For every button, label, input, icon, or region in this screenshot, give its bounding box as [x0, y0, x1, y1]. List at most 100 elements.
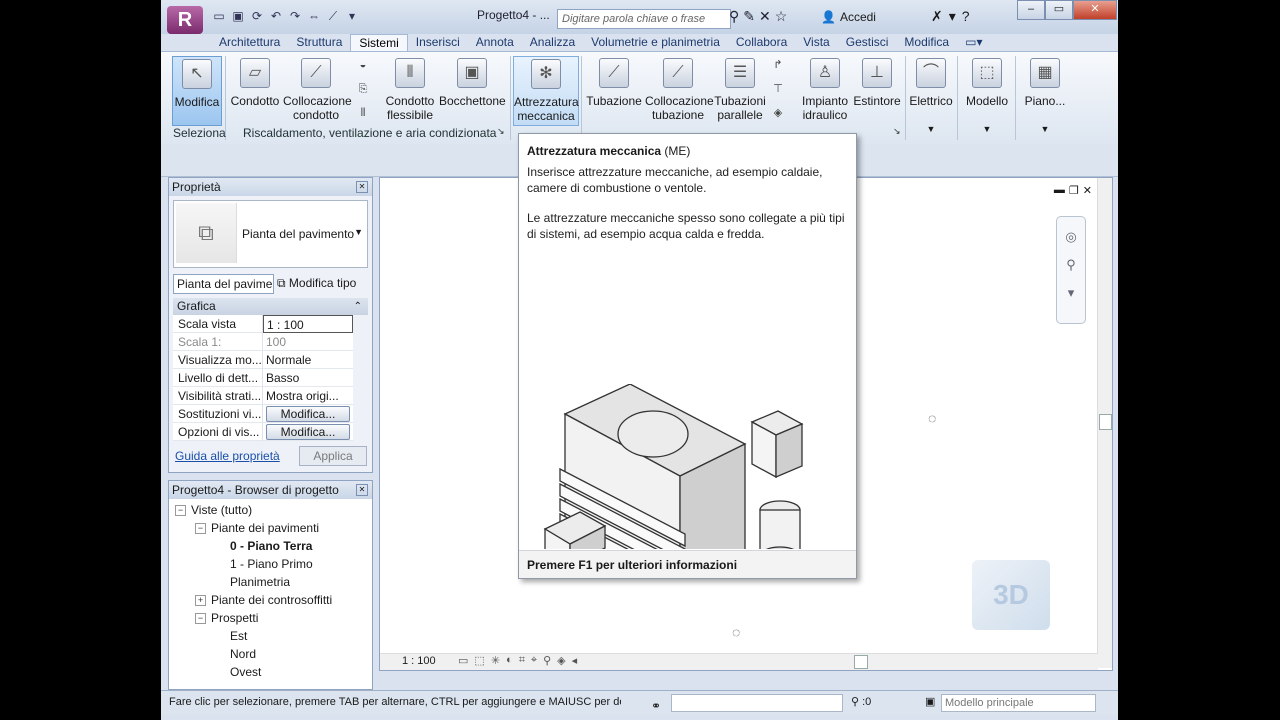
sync-icon[interactable]: ⟳ — [249, 8, 265, 24]
visual-style-icon[interactable]: ⬚ — [474, 654, 484, 667]
duct-placeholder-button[interactable]: ⟋ Collocazione condotto — [283, 56, 352, 122]
steering-wheel-icon[interactable]: ◎ — [1057, 229, 1085, 245]
sun-path-icon[interactable]: ✳ — [491, 654, 500, 667]
collapse-icon[interactable]: ⌃ — [354, 298, 362, 315]
type-selector[interactable]: ⧉ Pianta del pavimento ▼ — [173, 200, 368, 268]
view-marker-icon[interactable]: ◌ — [928, 410, 936, 426]
undo-icon[interactable]: ↶ — [268, 8, 284, 24]
tab-sistemi[interactable]: Sistemi — [350, 34, 408, 51]
collapse-icon[interactable]: − — [195, 613, 206, 625]
work-plane-button[interactable]: ▦ Piano... ▼ — [1021, 56, 1069, 136]
tab-collabora[interactable]: Collabora — [728, 34, 795, 51]
group-graphics[interactable]: Grafica ⌃ — [173, 298, 368, 315]
browser-tree-item[interactable]: Planimetria — [169, 573, 372, 591]
minimize-icon[interactable]: – — [1017, 0, 1045, 20]
scroll-left-icon[interactable]: ◂ — [572, 654, 578, 667]
browser-tree-item[interactable]: Nord — [169, 645, 372, 663]
collapse-icon[interactable]: − — [175, 505, 186, 517]
communication-icon[interactable]: ✕ — [759, 8, 771, 25]
tab-inserisci[interactable]: Inserisci — [408, 34, 468, 51]
horizontal-scroll-thumb[interactable] — [854, 655, 868, 669]
tab-gestisci[interactable]: Gestisci — [838, 34, 897, 51]
browser-tree-item[interactable]: Ovest — [169, 663, 372, 681]
open-icon[interactable]: ▭ — [211, 8, 227, 24]
binoculars-icon[interactable]: ⚲ — [729, 8, 739, 25]
property-value[interactable]: Normale — [263, 351, 353, 369]
vertical-scrollbar[interactable] — [1097, 178, 1112, 668]
flex-pipe-icon[interactable]: ◈ — [771, 106, 785, 120]
collapse-icon[interactable]: − — [195, 523, 206, 535]
scroll-thumb[interactable] — [1099, 414, 1112, 430]
browser-tree-item[interactable]: − Viste (tutto) — [169, 501, 372, 519]
electrical-button[interactable]: ⌒ Elettrico ▼ — [909, 56, 953, 136]
temp-hide-icon[interactable]: ⚲ — [543, 654, 551, 667]
panel-label-hvac[interactable]: Riscaldamento, ventilazione e aria condi… — [243, 126, 496, 140]
hvac-settings-icon[interactable]: ↘ — [497, 126, 505, 137]
plumbing-settings-icon[interactable]: ↘ — [893, 126, 901, 137]
subscription-icon[interactable]: ✎ — [743, 8, 755, 25]
navbar-more-icon[interactable]: ▾ — [1057, 285, 1085, 301]
property-value[interactable]: Basso — [263, 369, 353, 387]
workset-field[interactable] — [671, 694, 843, 712]
design-options-icon[interactable]: ▣ — [925, 691, 935, 713]
view-cube-3d-icon[interactable]: 3D — [972, 560, 1050, 630]
minimize-icon[interactable]: ▬ — [1054, 184, 1065, 197]
modify-button[interactable]: ↖ Modifica — [172, 56, 222, 126]
apply-button[interactable]: Applica — [299, 446, 367, 466]
panel-label-select[interactable]: Seleziona — [173, 126, 226, 140]
pipe-placeholder-button[interactable]: ⟋ Collocazione tubazione — [645, 56, 714, 122]
design-option-select[interactable]: Modello principale — [941, 694, 1096, 712]
air-terminal-button[interactable]: ▣ Bocchettone — [439, 56, 506, 108]
pipe-accessory-icon[interactable]: ⊤ — [771, 82, 785, 96]
save-icon[interactable]: ▣ — [230, 8, 246, 24]
browser-tree-item[interactable]: Est — [169, 627, 372, 645]
tab-struttura[interactable]: Struttura — [288, 34, 350, 51]
qat-dropdown-icon[interactable]: ▾ — [344, 8, 360, 24]
crop-view-icon[interactable]: ⌗ — [519, 654, 525, 667]
view-scale-field[interactable]: 1 : 100 — [263, 315, 353, 333]
duct-accessory-icon[interactable]: ⎘ — [356, 82, 370, 96]
close-icon[interactable]: ✕ — [356, 484, 368, 496]
measure-icon[interactable]: ⇔ — [306, 8, 322, 24]
work-plane-dropdown-icon[interactable]: ▼ — [1021, 122, 1069, 136]
chevron-down-icon[interactable]: ▼ — [354, 227, 363, 237]
elevation-marker-icon[interactable]: ◌ — [732, 624, 740, 640]
pipe-fitting-icon[interactable]: ↱ — [771, 58, 785, 72]
maximize-icon[interactable]: ▭ — [1045, 0, 1073, 20]
browser-tree-item[interactable]: + Piante dei controsoffitti — [169, 591, 372, 609]
tab-vista[interactable]: Vista — [795, 34, 837, 51]
favorites-icon[interactable]: ☆ — [775, 8, 788, 25]
help-icon[interactable]: ? — [962, 8, 970, 25]
property-value[interactable]: Mostra origi... — [263, 387, 353, 405]
dimension-icon[interactable]: ⟋ — [325, 8, 341, 24]
search-input[interactable]: Digitare parola chiave o frase — [557, 9, 731, 29]
mechanical-equipment-button[interactable]: ✻ Attrezzatura meccanica — [513, 56, 579, 126]
ribbon-minimize-icon[interactable]: ▭▾ — [957, 34, 990, 51]
plumbing-fixture-button[interactable]: ♙ Impianto idraulico — [795, 56, 855, 122]
signin-button[interactable]: 👤 Accedi — [821, 10, 876, 24]
application-menu-button[interactable]: R — [167, 6, 203, 34]
convert-duct-icon[interactable]: ⦀ — [356, 106, 370, 120]
parallel-pipes-button[interactable]: ☰ Tubazioni parallele — [713, 56, 767, 122]
properties-help-link[interactable]: Guida alle proprietà — [175, 449, 280, 463]
model-dropdown-icon[interactable]: ▼ — [963, 122, 1011, 136]
duct-fitting-icon[interactable]: ◒ — [356, 58, 370, 72]
expand-icon[interactable]: + — [195, 595, 206, 607]
sprinkler-button[interactable]: ⊥ Estintore — [853, 56, 901, 108]
duct-button[interactable]: ▱ Condotto — [229, 56, 281, 108]
electrical-dropdown-icon[interactable]: ▼ — [909, 122, 953, 136]
restore-icon[interactable]: ❐ — [1069, 184, 1079, 197]
redo-icon[interactable]: ↷ — [287, 8, 303, 24]
tab-modifica[interactable]: Modifica — [896, 34, 957, 51]
dropdown-icon[interactable]: ▾ — [949, 8, 956, 25]
flex-duct-button[interactable]: ⦀ Condotto flessibile — [383, 56, 437, 122]
tab-analizza[interactable]: Analizza — [522, 34, 583, 51]
shadows-icon[interactable]: ◐ — [506, 654, 513, 667]
vg-overrides-edit-button[interactable]: Modifica... — [266, 406, 350, 422]
zoom-icon[interactable]: ⚲ — [1057, 257, 1085, 273]
instance-filter-select[interactable]: Pianta del pavimento — [173, 274, 274, 294]
view-scale[interactable]: 1 : 100 — [402, 655, 436, 667]
exchange-icon[interactable]: ✗ — [931, 8, 943, 25]
close-icon[interactable]: ✕ — [1073, 0, 1117, 20]
detail-level-icon[interactable]: ▭ — [458, 654, 468, 667]
